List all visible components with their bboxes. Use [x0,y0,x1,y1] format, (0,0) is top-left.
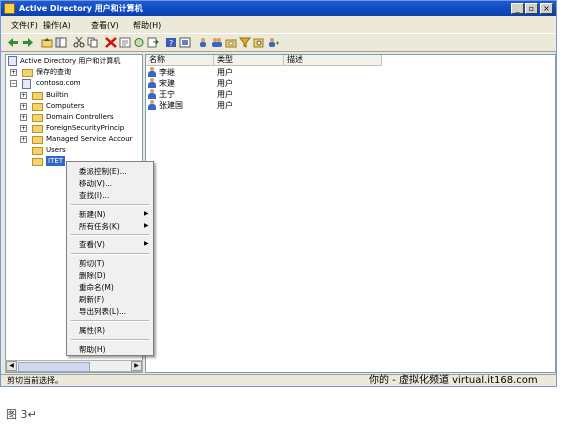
menu-separator [71,253,149,255]
status-text: 剪切当前选择。 [7,376,63,385]
svg-text:?: ? [169,39,173,48]
menu-file[interactable]: 文件(F) [11,20,38,31]
collapse-icon[interactable]: − [10,80,17,87]
up-folder-icon[interactable] [41,37,53,48]
menu-view[interactable]: 查看(V) [91,20,119,31]
submenu-arrow-icon: ▶ [144,240,149,247]
expand-icon[interactable]: + [20,136,27,143]
menu-item-find[interactable]: 查找(I)... [79,190,109,201]
menu-item-rename[interactable]: 重命名(M) [79,282,114,293]
folder-icon [32,125,43,133]
refresh-icon[interactable] [133,37,145,48]
list-pane[interactable]: 名称 类型 描述 李继 用户 宋建 用户 王宁 用户 张建国 用户 [145,54,556,373]
column-header-type[interactable]: 类型 [214,55,284,66]
filter-icon[interactable] [239,37,251,48]
minimize-button[interactable]: _ [511,3,524,14]
tree-item-saved-queries[interactable]: + 保存的查询 [10,67,140,78]
close-button[interactable]: × [540,3,553,14]
title-bar[interactable]: Active Directory 用户和计算机 _ ▫ × [1,1,556,16]
tree-item-foreign-security[interactable]: + ForeignSecurityPrincip [20,123,142,134]
snapin-icon [8,56,17,66]
help-topics-icon[interactable] [179,37,191,48]
folder-icon [32,114,43,122]
tree-item-domain[interactable]: − contoso.com [10,78,140,89]
expand-icon[interactable]: + [20,125,27,132]
menu-item-move[interactable]: 移动(V)... [79,178,112,189]
find-icon[interactable] [253,37,265,48]
help-icon[interactable]: ? [165,37,177,48]
ou-icon[interactable] [225,37,237,48]
menu-bar: 文件(F) 操作(A) 查看(V) 帮助(H) [1,17,556,32]
domain-icon [22,79,31,89]
tree-item-users[interactable]: Users [20,145,142,156]
tree-item-builtin[interactable]: + Builtin [20,90,142,101]
submenu-arrow-icon: ▶ [144,222,149,229]
expand-icon[interactable]: + [20,114,27,121]
back-icon[interactable] [7,37,19,48]
app-icon [4,3,15,14]
menu-separator [71,320,149,322]
expand-icon[interactable]: + [20,92,27,99]
ou-folder-icon [32,158,43,166]
show-hide-tree-icon[interactable] [55,37,67,48]
menu-help[interactable]: 帮助(H) [133,20,161,31]
cut-icon[interactable] [73,37,85,48]
scroll-left-icon[interactable]: ◀ [6,361,17,371]
menu-separator [71,339,149,341]
user-icon [148,67,156,77]
folder-icon [22,69,33,77]
menu-item-refresh[interactable]: 刷新(F) [79,294,104,305]
maximize-button[interactable]: ▫ [525,3,538,14]
menu-item-help[interactable]: 帮助(H) [79,344,106,355]
app-window: Active Directory 用户和计算机 _ ▫ × 文件(F) 操作(A… [0,0,557,387]
list-row[interactable]: 李继 用户 [148,67,448,78]
users-icon[interactable] [197,37,209,48]
menu-item-delete[interactable]: 删除(D) [79,270,106,281]
menu-separator [71,234,149,236]
list-row[interactable]: 张建国 用户 [148,100,448,111]
menu-item-properties[interactable]: 属性(R) [79,325,105,336]
copy-icon[interactable] [87,37,99,48]
menu-item-delegate-control[interactable]: 委派控制(E)... [79,166,127,177]
figure-caption: 图 3↵ [6,408,37,421]
expand-icon[interactable]: + [10,69,17,76]
tree-horizontal-scrollbar[interactable]: ◀ ▶ [5,360,143,372]
menu-item-view[interactable]: 查看(V) [79,239,105,250]
export-icon[interactable] [147,37,159,48]
menu-item-cut[interactable]: 剪切(T) [79,258,104,269]
tree-item-managed-service[interactable]: + Managed Service Accour [20,134,142,145]
scroll-thumb[interactable] [18,362,90,372]
column-header-description[interactable]: 描述 [284,55,382,66]
list-row[interactable]: 王宁 用户 [148,89,448,100]
tree-item-computers[interactable]: + Computers [20,101,142,112]
properties-icon[interactable] [119,37,131,48]
menu-item-new[interactable]: 新建(N) [79,209,105,220]
list-row[interactable]: 宋建 用户 [148,78,448,89]
tree-root-label: Active Directory 用户和计算机 [20,57,121,65]
delete-icon[interactable] [105,37,117,48]
scroll-right-icon[interactable]: ▶ [131,361,142,371]
group-icon[interactable] [211,37,223,48]
user-icon [148,78,156,88]
folder-icon [32,147,43,155]
toolbar: ? [1,33,556,52]
menu-item-all-tasks[interactable]: 所有任务(K) [79,221,120,232]
menu-item-export-list[interactable]: 导出列表(L)... [79,306,126,317]
folder-icon [32,92,43,100]
site-watermark: 你的 - 虚拟化频道 virtual.it168.com [369,375,538,386]
menu-action[interactable]: 操作(A) [43,20,71,31]
window-title: Active Directory 用户和计算机 [19,4,143,13]
add-group-icon[interactable] [267,37,279,48]
submenu-arrow-icon: ▶ [144,210,149,217]
forward-icon[interactable] [22,37,34,48]
expand-icon[interactable]: + [20,103,27,110]
user-icon [148,100,156,110]
menu-separator [71,204,149,206]
user-icon [148,89,156,99]
tree-item-domain-controllers[interactable]: + Domain Controllers [20,112,142,123]
folder-icon [32,136,43,144]
context-menu: 委派控制(E)... 移动(V)... 查找(I)... 新建(N) ▶ 所有任… [66,161,154,356]
column-header-name[interactable]: 名称 [146,55,214,66]
folder-icon [32,103,43,111]
